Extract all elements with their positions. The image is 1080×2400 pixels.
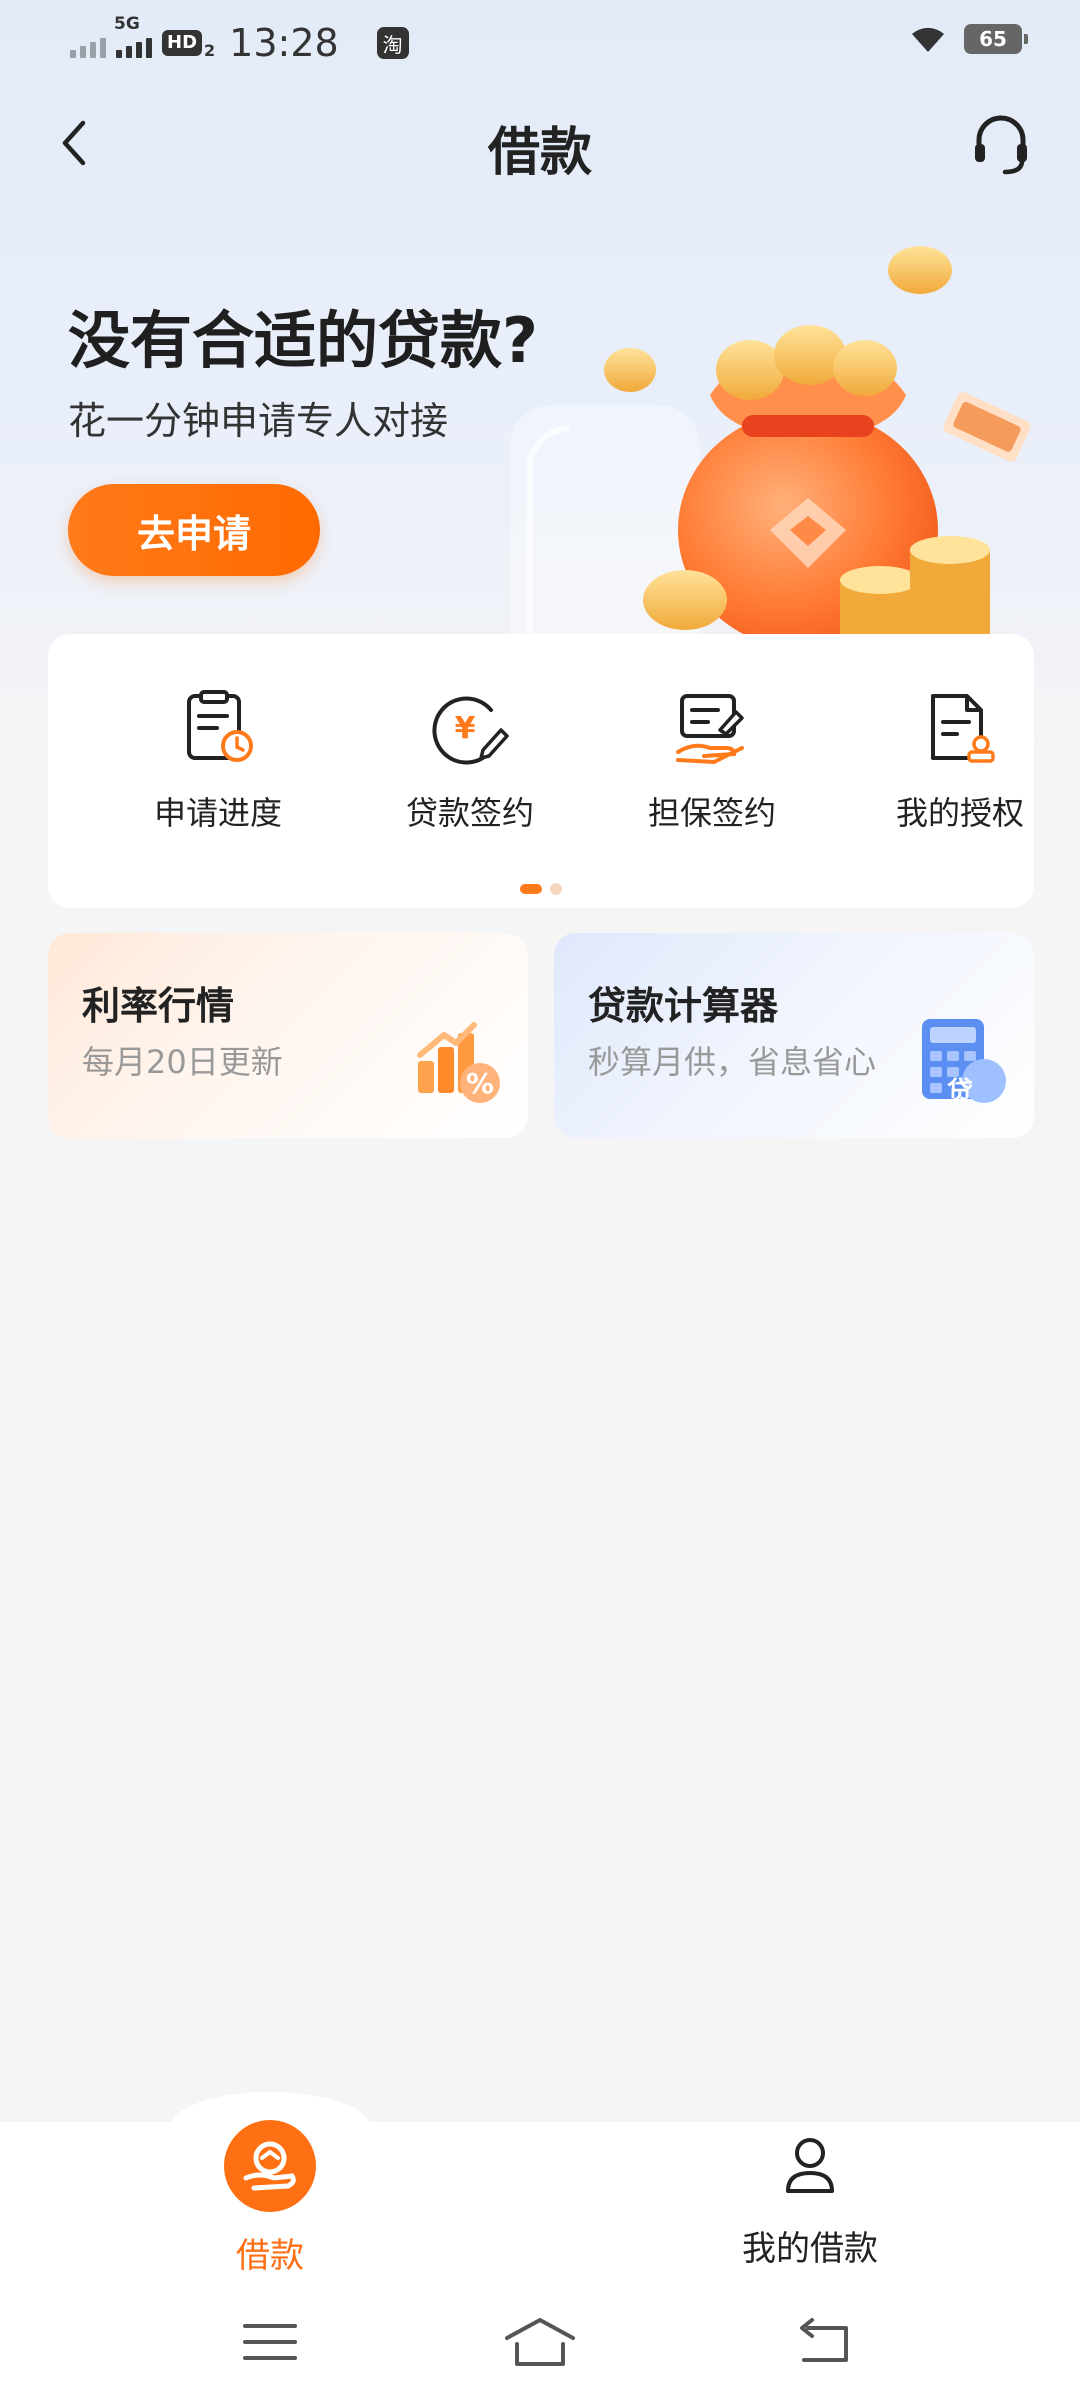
quick-action-label: 申请进度 — [153, 794, 282, 832]
quick-action-label: 担保签约 — [647, 794, 776, 832]
hd-voice-icon: HD — [162, 30, 203, 56]
loan-tab-icon — [224, 2120, 316, 2212]
application-progress-icon — [187, 690, 253, 762]
quick-action-label: 贷款签约 — [405, 794, 534, 832]
guarantee-signing-icon — [676, 694, 744, 765]
status-bar: 5G HD 2 13:28 淘 65 — [0, 0, 1080, 90]
rate-chart-icon: % — [417, 1022, 500, 1103]
user-icon — [786, 2138, 834, 2193]
quick-action-label: 我的授权 — [895, 794, 1024, 832]
my-authorization-icon — [931, 694, 995, 763]
card-subtitle: 秒算月供，省息省心 — [588, 1043, 877, 1081]
wifi-icon — [912, 27, 944, 52]
quick-actions-card: 申请进度 ¥ 贷款签约 担保签约 我的授权 — [48, 634, 1034, 908]
home-button[interactable] — [500, 2312, 580, 2372]
quick-action-application-progress[interactable]: 申请进度 — [118, 690, 318, 850]
nav-tab-my-loans[interactable]: 我的借款 — [720, 2135, 900, 2270]
signal-1-icon — [70, 28, 106, 58]
loan-signing-icon: ¥ — [432, 696, 509, 765]
headset-icon — [975, 115, 1027, 175]
apply-button[interactable]: 去申请 — [68, 484, 320, 576]
status-time: 13:28 — [229, 21, 339, 65]
home-icon — [505, 2318, 575, 2366]
network-type: 5G — [114, 14, 140, 34]
card-subtitle: 每月20日更新 — [82, 1043, 283, 1081]
system-navigation-bar — [0, 2290, 1080, 2400]
signal-5g-icon: 5G — [114, 14, 152, 58]
quick-action-loan-signing[interactable]: ¥ 贷款签约 — [370, 690, 570, 850]
status-left: 5G HD 2 13:28 淘 — [70, 14, 409, 68]
page-title: 借款 — [487, 123, 592, 183]
customer-service-button[interactable] — [966, 106, 1036, 180]
card-title: 贷款计算器 — [588, 984, 779, 1028]
money-bag-illustration — [510, 246, 1031, 640]
status-right: 65 — [908, 24, 1028, 54]
page-dot-active — [520, 884, 542, 894]
svg-text:¥: ¥ — [455, 711, 476, 746]
loan-calculator-card[interactable]: 贷款计算器 秒算月供，省息省心 贷 — [554, 933, 1034, 1138]
page-indicator — [48, 883, 1034, 895]
menu-icon — [243, 2324, 297, 2360]
back-system-button[interactable] — [784, 2312, 864, 2372]
return-icon — [800, 2318, 848, 2362]
svg-text:%: % — [466, 1067, 494, 1100]
quick-action-guarantee-signing[interactable]: 担保签约 — [612, 690, 812, 850]
taobao-notification-icon: 淘 — [376, 27, 409, 59]
menu-button[interactable] — [230, 2312, 310, 2372]
battery-icon: 65 — [964, 24, 1028, 54]
hero-heading: 没有合适的贷款? — [68, 304, 538, 377]
nav-tab-loan[interactable]: 借款 — [200, 2120, 340, 2277]
hd-voice-sub: 2 — [204, 40, 216, 60]
nav-tab-label: 我的借款 — [742, 2229, 878, 2269]
bottom-navigation — [0, 2122, 1080, 2290]
quick-action-my-authorization[interactable]: 我的授权 — [860, 690, 1060, 850]
card-title: 利率行情 — [82, 984, 235, 1028]
hero-subheading: 花一分钟申请专人对接 — [68, 399, 449, 443]
nav-tab-label: 借款 — [236, 2236, 304, 2276]
calculator-badge: 贷 — [946, 1077, 973, 1107]
interest-rate-card[interactable]: 利率行情 每月20日更新 % — [48, 933, 528, 1138]
page-dot — [550, 883, 562, 895]
